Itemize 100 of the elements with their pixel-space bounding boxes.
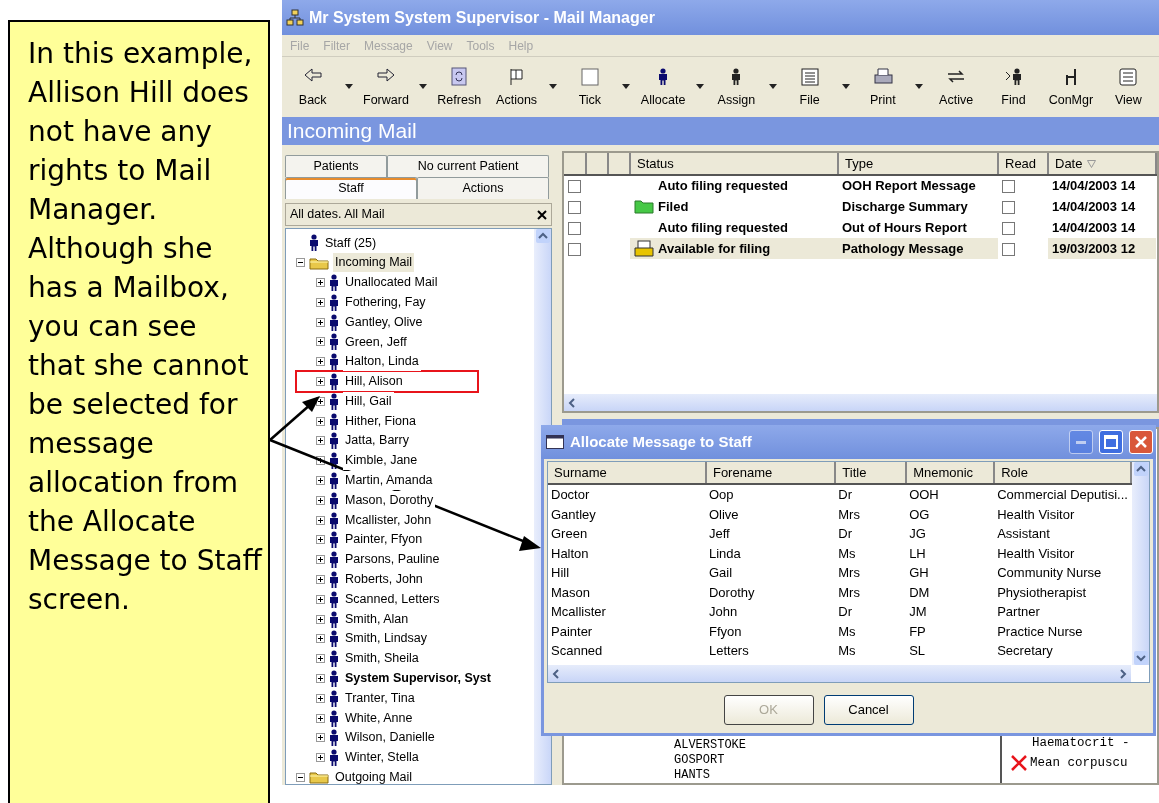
scroll-left-icon[interactable] [551,668,561,679]
column-header[interactable]: Read [998,153,1048,175]
caret-icon[interactable] [842,84,851,89]
person-icon [329,610,339,628]
expand-icon[interactable] [316,337,325,347]
expand-icon[interactable] [316,634,325,644]
column-header[interactable]: Forename [705,462,836,484]
column-header[interactable] [564,153,586,175]
caret-icon[interactable] [345,84,354,89]
column-header[interactable]: Type [838,153,998,175]
scrollbar[interactable] [1132,462,1149,665]
expand-icon[interactable] [316,436,325,446]
toolbar-button[interactable]: Find [984,61,1043,112]
tree-item[interactable]: Martin, Amanda [343,471,435,490]
minimize-icon [1076,440,1086,444]
tab[interactable]: No current Patient [387,155,549,177]
table-cell-text: Scanned [550,642,604,660]
scrollbar[interactable] [548,665,1131,682]
column-header[interactable] [586,153,608,175]
cancel-button[interactable]: Cancel [823,695,914,725]
table-cell-text: Filed [658,197,689,216]
maximize-button[interactable] [1099,430,1123,454]
checkbox[interactable] [1002,180,1015,194]
scroll-down-icon[interactable] [1133,651,1148,665]
person-icon [329,729,339,747]
scroll-right-icon[interactable] [1118,668,1128,679]
expand-icon[interactable] [316,574,325,584]
expand-icon[interactable] [316,515,325,525]
column-header[interactable]: Surname [548,462,706,484]
column-header[interactable]: Status [630,153,838,175]
expand-icon[interactable] [316,614,325,624]
checkbox[interactable] [1002,221,1015,235]
checkbox[interactable] [568,180,581,194]
expand-icon[interactable] [316,733,325,743]
toolbar-button[interactable]: Tick [561,61,619,112]
column-header[interactable] [608,153,630,175]
tab[interactable]: Actions [417,177,549,199]
tree-item[interactable]: Mason, Dorothy [343,490,436,510]
table-cell-text: Physiotherapist [996,583,1088,602]
toolbar-button[interactable]: Allocate [634,61,692,112]
tree-item[interactable]: Incoming Mail [333,253,415,273]
expand-icon[interactable] [316,278,325,287]
expand-icon[interactable] [316,693,325,703]
view-header: Incoming Mail [282,117,1159,145]
tab[interactable]: Staff [285,177,417,199]
collapse-icon[interactable] [296,258,305,268]
table-cell: Dr [835,484,907,505]
tab[interactable]: Patients [285,155,387,177]
toolbar-button[interactable]: Forward [357,61,415,112]
checkbox[interactable] [568,242,581,256]
address-line: HANTS [674,768,711,783]
expand-icon[interactable] [316,753,325,763]
column-header[interactable]: Title [835,462,907,484]
expand-icon[interactable] [316,376,325,386]
caret-icon[interactable] [915,84,924,89]
toolbar-button[interactable]: Assign [707,61,766,112]
checkbox[interactable] [568,200,581,214]
caret-icon[interactable] [549,84,558,89]
expand-icon[interactable] [316,317,325,327]
toolbar-button[interactable]: Refresh [430,61,488,112]
table-cell: Oop [705,484,836,505]
caret-icon[interactable] [622,84,631,89]
toolbar-button[interactable]: Print [854,61,912,112]
scroll-up-icon[interactable] [535,229,550,243]
checkbox[interactable] [1002,200,1015,214]
toolbar-button[interactable]: File [780,61,839,112]
caret-icon[interactable] [695,84,704,89]
scrollbar[interactable] [564,394,1157,411]
expand-icon[interactable] [316,416,325,426]
expand-icon[interactable] [316,357,325,367]
expand-icon[interactable] [316,713,325,723]
column-header[interactable]: Mnemonic [906,462,995,484]
expand-icon[interactable] [316,654,325,664]
expand-icon[interactable] [316,475,325,485]
expand-icon[interactable] [316,673,325,683]
person-icon [309,234,319,252]
toolbar-button[interactable]: Active [927,61,985,112]
checkbox[interactable] [568,221,581,235]
toolbar-button[interactable]: ConMgr [1042,61,1100,112]
collapse-icon[interactable] [296,772,305,782]
toolbar-button[interactable]: View [1099,61,1158,112]
table-cell-text: Health Visitor [996,544,1076,563]
toolbar-button[interactable]: Actions [487,61,546,112]
expand-icon[interactable] [316,555,325,565]
scroll-left-icon[interactable] [567,397,577,408]
expand-icon[interactable] [316,297,325,307]
expand-icon[interactable] [316,594,325,604]
caret-icon[interactable] [769,84,777,89]
caret-icon[interactable] [418,84,427,89]
checkbox[interactable] [1002,242,1015,256]
expand-icon[interactable] [316,535,325,545]
expand-icon[interactable] [316,456,325,466]
toolbar-button[interactable]: Back [284,61,342,112]
close-icon[interactable] [537,209,547,220]
expand-icon[interactable] [316,495,325,505]
table-cell-text: Mrs [837,505,861,524]
column-header[interactable]: Date [1048,153,1156,175]
column-header[interactable]: Role [994,462,1131,484]
close-button[interactable] [1129,430,1153,454]
scroll-up-icon[interactable] [1133,462,1148,476]
